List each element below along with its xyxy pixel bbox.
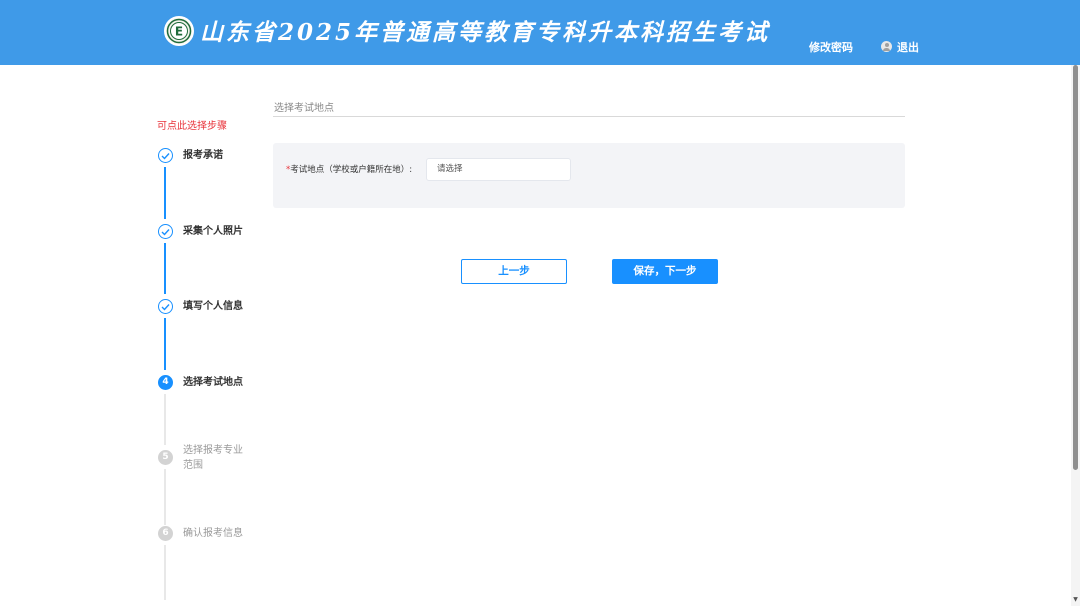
step-5-number-icon[interactable]: 5 — [158, 450, 173, 465]
logout-link[interactable]: 退出 — [881, 41, 919, 55]
step-6-connector — [164, 545, 166, 600]
step-selection-hint: 可点此选择步骤 — [157, 121, 227, 132]
scrollbar-thumb[interactable] — [1073, 65, 1078, 470]
step-3-label[interactable]: 填写个人信息 — [183, 299, 243, 314]
step-4-connector — [164, 394, 166, 445]
save-next-button[interactable]: 保存，下一步 — [612, 259, 718, 284]
step-1-connector — [164, 167, 166, 219]
step-1-label[interactable]: 报考承诺 — [183, 148, 223, 163]
step-5-label[interactable]: 选择报考专业 范围 — [183, 443, 243, 473]
step-6-number-icon[interactable]: 6 — [158, 526, 173, 541]
scroll-down-arrow-icon[interactable]: ▼ — [1071, 596, 1080, 604]
step-3-connector — [164, 318, 166, 370]
step-3-check-icon[interactable] — [158, 299, 173, 314]
step-5-connector — [164, 469, 166, 525]
step-5-label-line1: 选择报考专业 — [183, 445, 243, 456]
section-title: 选择考试地点 — [274, 103, 334, 114]
logout-label: 退出 — [897, 41, 919, 54]
user-icon — [881, 41, 892, 52]
site-title: 山东省2025年普通高等教育专科升本科招生考试 — [200, 19, 771, 46]
page-scrollbar[interactable]: ▼ — [1071, 65, 1080, 606]
step-6-label[interactable]: 确认报考信息 — [183, 526, 243, 541]
prev-step-button[interactable]: 上一步 — [461, 259, 567, 284]
step-5-label-line2: 范围 — [183, 460, 203, 471]
section-divider — [273, 116, 905, 117]
step-2-check-icon[interactable] — [158, 224, 173, 239]
step-2-connector — [164, 243, 166, 294]
step-4-label[interactable]: 选择考试地点 — [183, 375, 243, 390]
step-4-number-icon[interactable]: 4 — [158, 375, 173, 390]
exam-location-select[interactable]: 请选择 — [426, 158, 571, 181]
exam-location-label: *考试地点（学校或户籍所在地）: — [286, 164, 412, 176]
logo-letter: E — [175, 25, 183, 39]
step-2-label[interactable]: 采集个人照片 — [183, 224, 243, 239]
change-password-link[interactable]: 修改密码 — [809, 41, 853, 55]
exam-logo: E — [164, 16, 194, 46]
step-1-check-icon[interactable] — [158, 148, 173, 163]
exam-location-label-text: 考试地点（学校或户籍所在地）: — [290, 165, 413, 175]
top-header: E 山东省2025年普通高等教育专科升本科招生考试 修改密码 退出 — [0, 0, 1080, 65]
